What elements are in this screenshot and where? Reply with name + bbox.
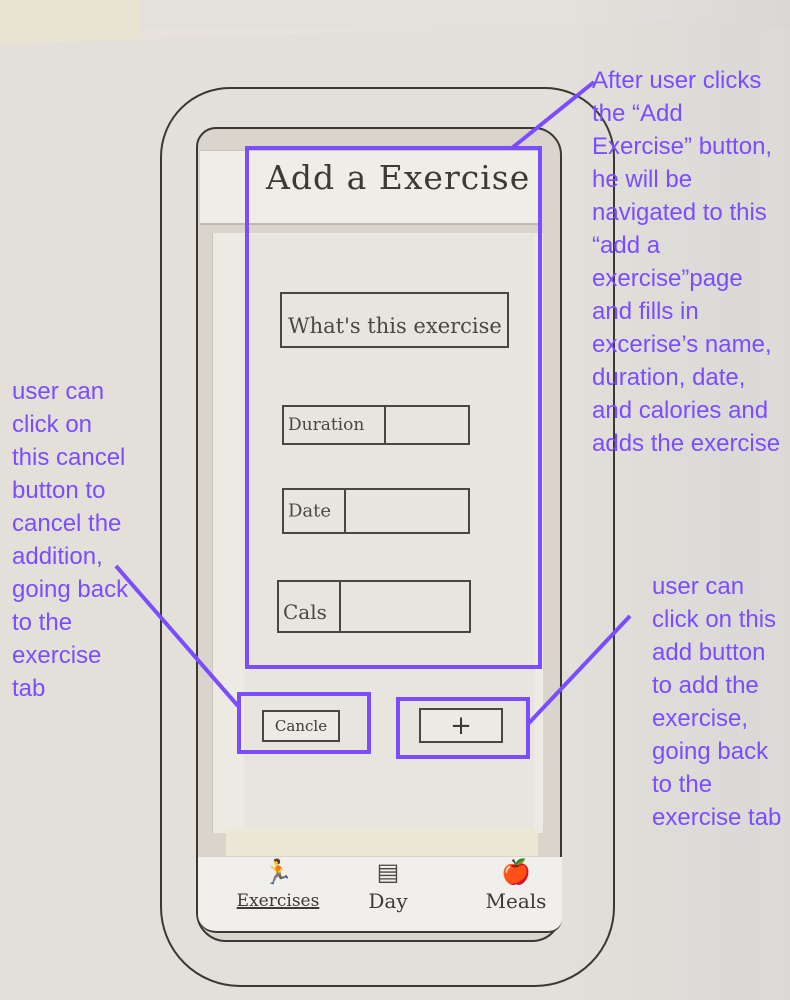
food-icon: 🍎 bbox=[501, 859, 531, 886]
tab-label: Day bbox=[368, 889, 408, 913]
running-person-icon: 🏃 bbox=[263, 859, 293, 886]
background-surface bbox=[0, 0, 140, 45]
tab-label: Exercises bbox=[236, 891, 320, 911]
tab-day[interactable]: ▤ Day bbox=[338, 857, 438, 931]
list-document-icon: ▤ bbox=[376, 859, 400, 886]
tab-exercises[interactable]: 🏃 Exercises bbox=[228, 857, 328, 931]
tab-label: Meals bbox=[485, 889, 547, 913]
highlight-form-area bbox=[245, 146, 542, 669]
annotation-top: After user clicks the “Add Exercise” but… bbox=[592, 67, 781, 457]
bottom-tab-bar: 🏃 Exercises ▤ Day 🍎 Meals bbox=[198, 857, 562, 933]
annotation-add: user can click on this add button to add… bbox=[652, 573, 782, 831]
annotation-cancel: user can click on this cancel button to … bbox=[12, 378, 129, 702]
highlight-cancel-button bbox=[237, 692, 371, 754]
tab-meals[interactable]: 🍎 Meals bbox=[466, 857, 566, 931]
paper-strip bbox=[226, 828, 538, 856]
highlight-add-button bbox=[396, 697, 530, 759]
